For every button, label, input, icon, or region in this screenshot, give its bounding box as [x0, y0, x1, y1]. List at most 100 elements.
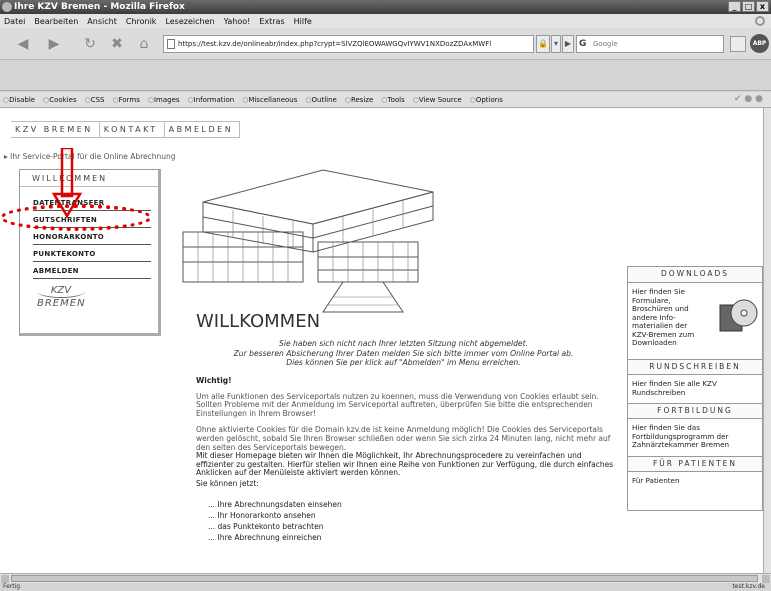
menu-lesezeichen[interactable]: Lesezeichen	[165, 17, 214, 26]
downloads-heading[interactable]: DOWNLOADS	[628, 267, 762, 283]
site-top-nav: KZV BREMEN KONTAKT ABMELDEN	[11, 121, 241, 138]
url-text: https://test.kzv.de/onlineabr/index.php?…	[178, 40, 492, 48]
dev-images[interactable]: Images	[148, 96, 180, 104]
notice-line-2: Zur besseren Absicherung Ihrer Daten mel…	[233, 348, 574, 358]
dropdown-icon[interactable]: ▾	[551, 35, 561, 53]
dev-options[interactable]: Options	[470, 96, 503, 104]
list-item: ... das Punktekonto betrachten	[208, 521, 324, 531]
search-input[interactable]: G Google	[576, 35, 724, 53]
menu-bar: Datei Bearbeiten Ansicht Chronik Lesezei…	[0, 14, 771, 28]
window-titlebar: Ihre KZV Bremen - Mozilla Firefox _ □ x	[0, 0, 771, 14]
lock-icon[interactable]: 🔒	[536, 35, 550, 53]
stop-icon[interactable]: ✖	[107, 34, 127, 54]
dev-miscellaneous[interactable]: Miscellaneous	[242, 96, 297, 104]
vertical-scrollbar[interactable]	[763, 108, 771, 573]
status-check-icons: ✔ ● ●	[734, 94, 763, 104]
topnav-kontakt[interactable]: KONTAKT	[100, 122, 165, 137]
scroll-left-icon[interactable]	[1, 575, 9, 583]
topnav-kzv-bremen[interactable]: KZV BREMEN	[11, 122, 100, 137]
search-go-icon[interactable]	[730, 36, 746, 52]
dev-tools[interactable]: Tools	[381, 96, 404, 104]
list-item: ... Ihre Abrechnungsdaten einsehen	[208, 499, 342, 509]
annotation-arrow-icon	[52, 148, 82, 218]
left-nav-panel: WILLKOMMEN DATENTRANSFER GUTSCHRIFTEN HO…	[19, 169, 161, 336]
list-item: ... Ihre Abrechnung einreichen	[208, 532, 322, 542]
google-icon[interactable]: G	[579, 38, 586, 50]
rundschreiben-heading[interactable]: RUNDSCHREIBEN	[628, 359, 762, 375]
fortbildung-heading[interactable]: FORTBILDUNG	[628, 403, 762, 419]
navigation-toolbar: ◀ ▶ ↻ ✖ ⌂ https://test.kzv.de/onlineabr/…	[0, 28, 771, 60]
cd-download-icon	[719, 299, 758, 332]
search-placeholder: Google	[593, 40, 618, 48]
leftnav-item-abmelden[interactable]: ABMELDEN	[33, 262, 151, 279]
patienten-text[interactable]: Für Patienten	[628, 472, 762, 492]
close-button[interactable]: x	[756, 1, 769, 12]
maximize-button[interactable]: □	[742, 1, 755, 12]
menu-datei[interactable]: Datei	[4, 17, 25, 26]
dev-information[interactable]: Information	[188, 96, 235, 104]
dev-resize[interactable]: Resize	[345, 96, 373, 104]
breadcrumb-text: Ihr Service-Portal für die Online Abrech…	[10, 152, 176, 161]
building-illustration	[182, 169, 434, 313]
downloads-section: Hier finden Sie Formulare, Broschüren un…	[628, 283, 762, 359]
kzv-logo: KZV BREMEN	[37, 285, 85, 309]
forward-arrow-icon[interactable]: ▶	[42, 34, 66, 54]
feature-list: ... Ihre Abrechnungsdaten einsehen ... I…	[208, 499, 621, 543]
leftnav-heading: WILLKOMMEN	[20, 170, 158, 187]
status-domain: test.kzv.de	[732, 583, 765, 590]
you-can-label: Sie können jetzt:	[196, 478, 259, 488]
reload-icon[interactable]: ↻	[79, 34, 101, 54]
menu-chronik[interactable]: Chronik	[126, 17, 157, 26]
adblock-icon[interactable]: ABP	[750, 34, 769, 53]
menu-ansicht[interactable]: Ansicht	[87, 17, 117, 26]
web-developer-toolbar: Disable Cookies CSS Forms Images Informa…	[0, 92, 771, 108]
minimize-button[interactable]: _	[728, 1, 741, 12]
dev-outline[interactable]: Outline	[305, 96, 337, 104]
page-title: WILLKOMMEN	[196, 311, 321, 332]
logo-kzv: KZV	[37, 285, 85, 298]
bookmarks-toolbar	[0, 61, 771, 91]
dev-forms[interactable]: Forms	[112, 96, 140, 104]
patienten-heading[interactable]: FÜR PATIENTEN	[628, 455, 762, 472]
fortbildung-text[interactable]: Hier finden Sie das Fortbildungsprogramm…	[628, 419, 762, 456]
leftnav-item-punktekonto[interactable]: PUNKTEKONTO	[33, 245, 151, 262]
notice-line-1: Sie haben sich nicht nach Ihrer letzten …	[279, 339, 528, 348]
important-heading: Wichtig!	[196, 376, 232, 385]
window-controls: _ □ x	[728, 1, 769, 12]
status-bar: Fertig test.kzv.de	[0, 583, 771, 591]
breadcrumb: ▸ Ihr Service-Portal für die Online Abre…	[4, 152, 176, 161]
dev-css[interactable]: CSS	[85, 96, 105, 104]
menu-hilfe[interactable]: Hilfe	[294, 17, 312, 26]
main-body-text: Wichtig! Um alle Funktionen des Servicep…	[196, 376, 621, 543]
url-bar[interactable]: https://test.kzv.de/onlineabr/index.php?…	[163, 35, 534, 53]
dev-view-source[interactable]: View Source	[413, 96, 462, 104]
logout-notice: Sie haben sich nicht nach Ihrer letzten …	[196, 339, 611, 368]
home-icon[interactable]: ⌂	[133, 34, 155, 54]
status-text: Fertig	[3, 583, 21, 590]
logo-bremen: BREMEN	[37, 298, 86, 309]
homepage-paragraph: Mit dieser Homepage bieten wir Ihnen die…	[196, 451, 614, 478]
scroll-right-icon[interactable]	[762, 575, 770, 583]
page-icon	[167, 39, 175, 49]
cookie-paragraph: Um alle Funktionen des Serviceportals nu…	[196, 391, 599, 418]
page-content: KZV BREMEN KONTAKT ABMELDEN ▸ Ihr Servic…	[0, 108, 763, 573]
horizontal-scrollbar[interactable]	[0, 573, 771, 583]
list-item: ... Ihr Honorarkonto ansehen	[208, 510, 316, 520]
dev-cookies[interactable]: Cookies	[43, 96, 76, 104]
menu-bearbeiten[interactable]: Bearbeiten	[34, 17, 78, 26]
cookie-domain-paragraph: Ohne aktivierte Cookies für die Domain k…	[196, 425, 611, 452]
notice-line-3: Dies können Sie per klick auf "Abmelden"…	[286, 358, 521, 367]
scroll-thumb[interactable]	[11, 575, 758, 582]
rundschreiben-text[interactable]: Hier finden Sie alle KZV Rundschreiben	[628, 375, 762, 403]
window-title: Ihre KZV Bremen - Mozilla Firefox	[14, 2, 185, 12]
menu-extras[interactable]: Extras	[259, 17, 284, 26]
firefox-icon	[2, 2, 12, 12]
go-icon[interactable]: ▶	[562, 35, 574, 53]
dev-disable[interactable]: Disable	[3, 96, 35, 104]
downloads-text[interactable]: Hier finden Sie Formulare, Broschüren un…	[628, 283, 710, 354]
menu-yahoo[interactable]: Yahoo!	[224, 17, 251, 26]
back-arrow-icon[interactable]: ◀	[10, 34, 36, 54]
throbber-icon	[755, 16, 765, 26]
topnav-abmelden[interactable]: ABMELDEN	[165, 122, 241, 137]
right-info-panel: DOWNLOADS Hier finden Sie Formulare, Bro…	[627, 266, 763, 511]
